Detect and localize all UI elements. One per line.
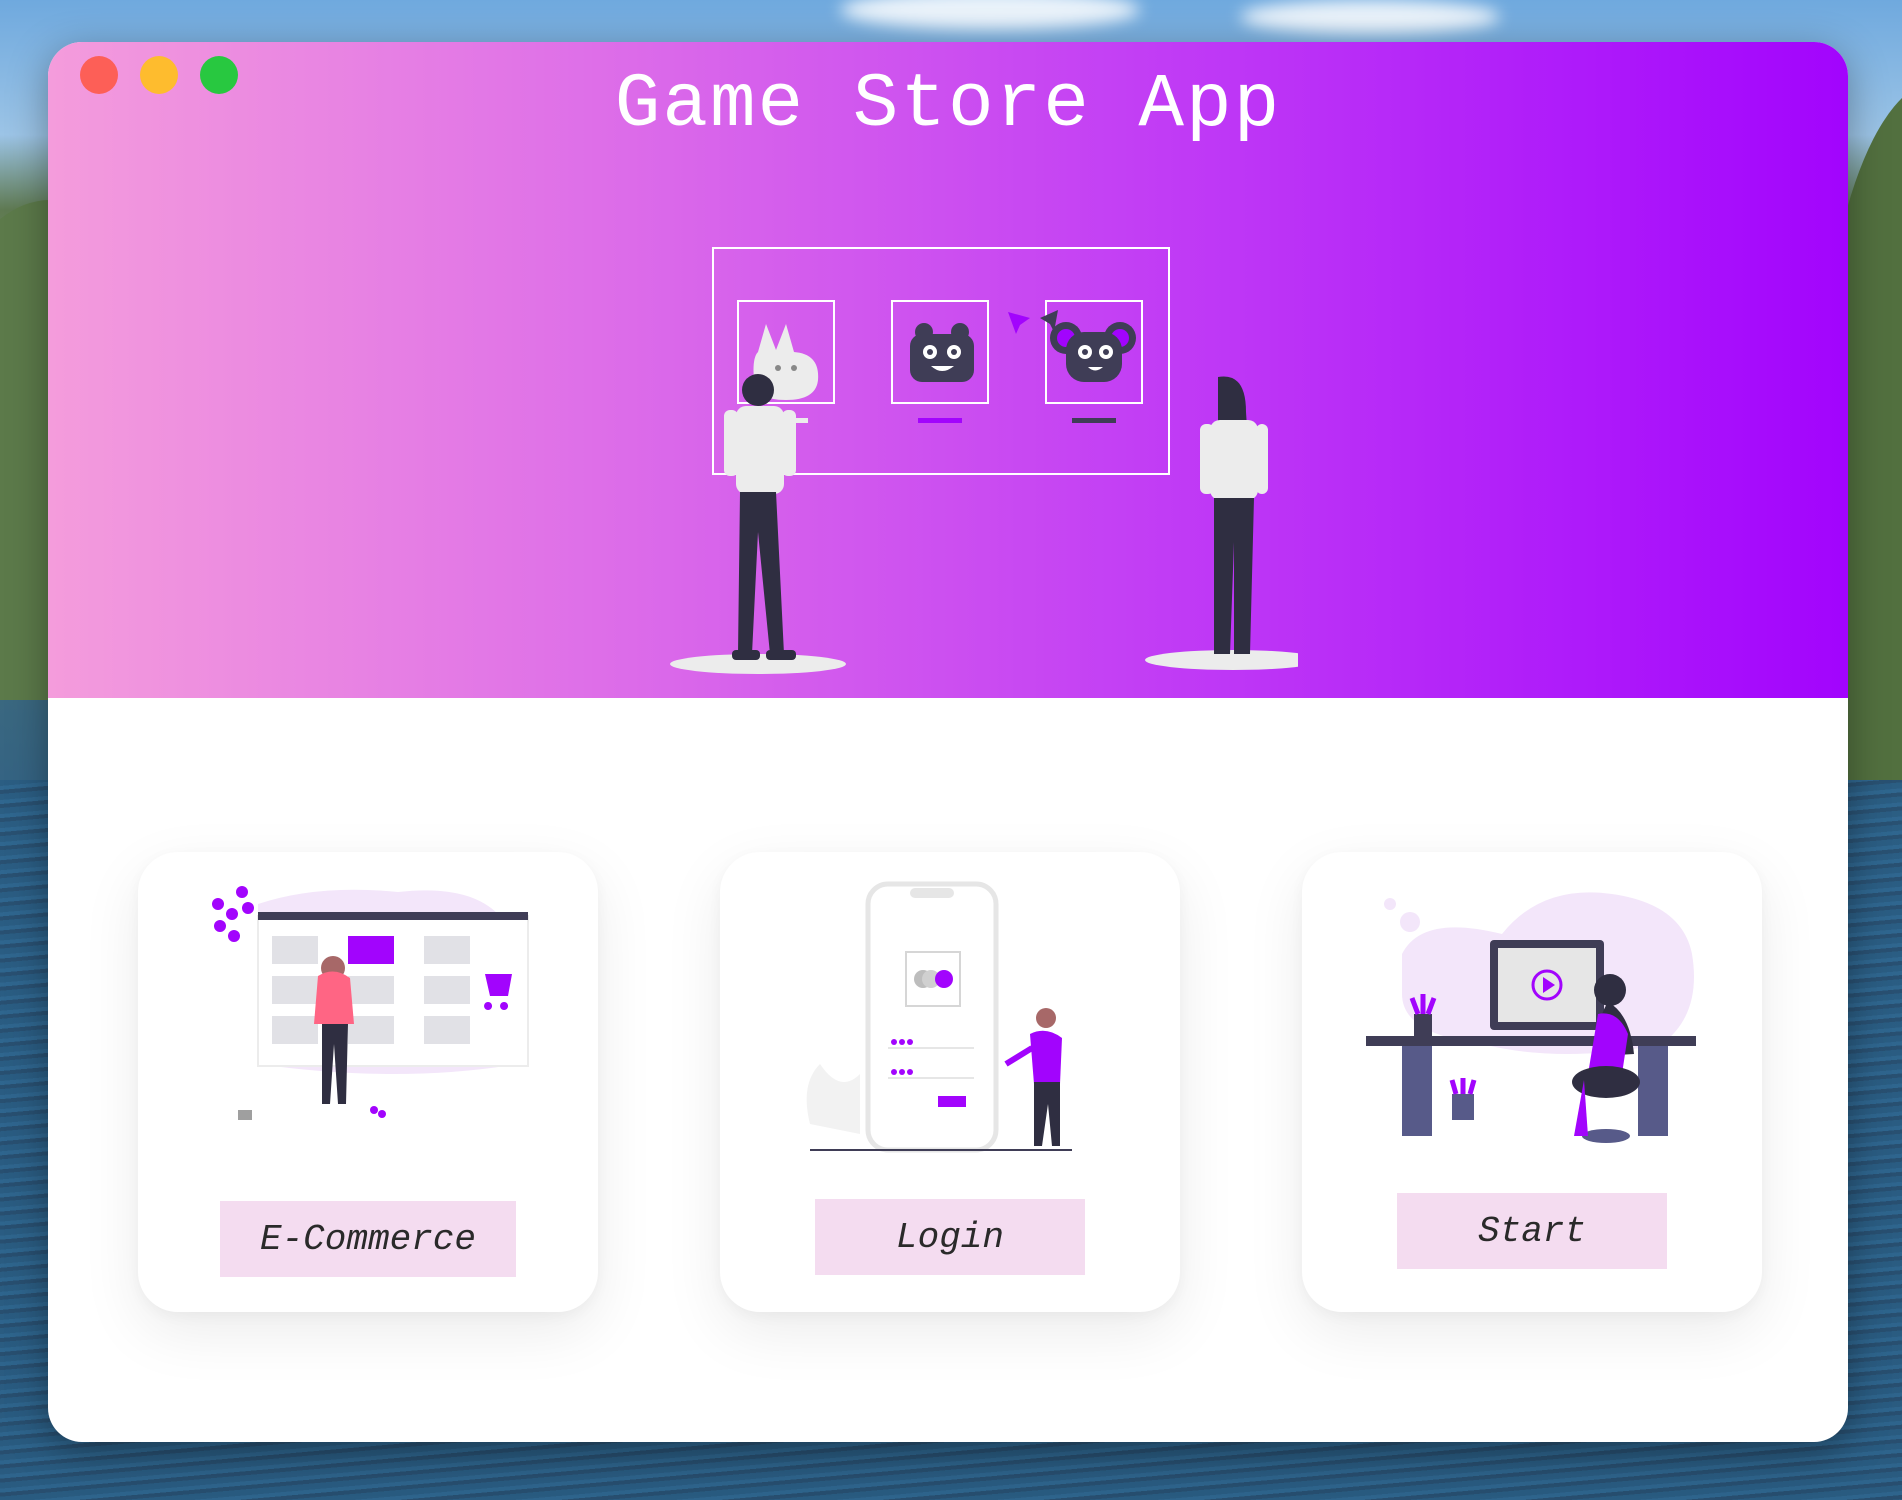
start-card[interactable]: Start	[1302, 852, 1762, 1312]
ecommerce-card[interactable]: E-Commerce	[138, 852, 598, 1312]
page-title: Game Store App	[614, 62, 1282, 148]
login-card[interactable]: Login	[720, 852, 1180, 1312]
online-shopping-icon	[212, 886, 529, 1120]
action-cards: E-Commerce Login Start	[48, 698, 1848, 1442]
mobile-login-icon	[806, 881, 1072, 1153]
app-window: Game Store App E-Commerce Login Start	[48, 42, 1848, 1442]
start-button[interactable]: Start	[1397, 1193, 1667, 1269]
login-button[interactable]: Login	[815, 1199, 1085, 1275]
video-desk-icon	[1366, 892, 1696, 1143]
ecommerce-button[interactable]: E-Commerce	[220, 1201, 516, 1277]
hero-banner: Game Store App	[48, 42, 1848, 698]
people-browsing-game-store-icon	[670, 247, 1298, 674]
